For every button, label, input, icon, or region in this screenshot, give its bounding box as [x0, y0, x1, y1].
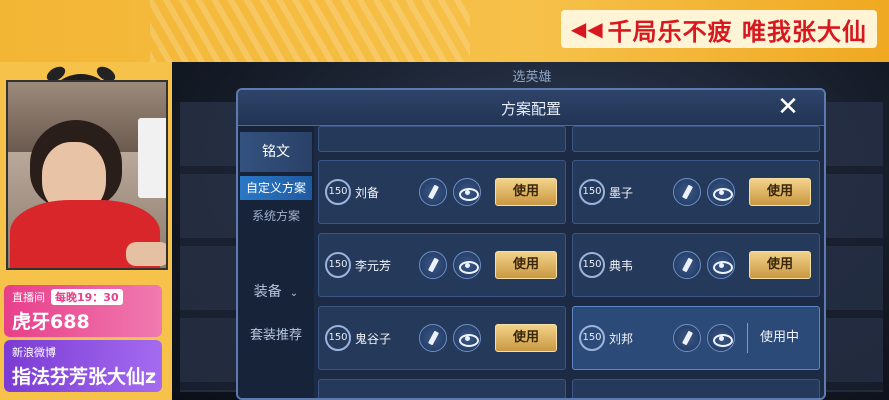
hero-name: 典韦 — [609, 258, 634, 273]
huya-room-card: 直播间 每晚19：30 虎牙688 — [4, 285, 162, 337]
sidebar-item-equipment-label: 装备 — [253, 284, 282, 300]
sidebar-item-recommended-sets[interactable]: 套装推荐 — [240, 320, 312, 352]
chevron-down-icon: ⌄ — [289, 288, 299, 299]
list-item-current: 150 刘邦 使用中 — [572, 306, 820, 370]
webcam-air-purifier — [138, 118, 166, 198]
eye-icon[interactable] — [707, 251, 735, 279]
hero-name: 鬼谷子 — [355, 331, 392, 346]
eye-icon[interactable] — [453, 251, 481, 279]
list-item-partial-bottom-left — [318, 379, 566, 398]
hero-name: 墨子 — [609, 185, 634, 200]
list-item: 150 墨子 使用 — [572, 160, 820, 224]
sidebar-item-equipment[interactable]: 装备 ⌄ — [240, 276, 312, 308]
left-hero-portraits — [180, 102, 240, 392]
webcam-streamer-hand — [126, 242, 166, 266]
list-item-partial-top-right — [572, 126, 820, 152]
edit-icon[interactable] — [419, 178, 447, 206]
webcam-feed — [6, 80, 168, 270]
list-item: 150 刘备 使用 — [318, 160, 566, 224]
edit-icon[interactable] — [673, 324, 701, 352]
level-badge: 150 — [579, 325, 605, 351]
edit-icon[interactable] — [673, 251, 701, 279]
eye-icon[interactable] — [453, 324, 481, 352]
edit-icon[interactable] — [419, 324, 447, 352]
background-tab-label: 选英雄 — [512, 70, 552, 85]
list-item-partial-top-left — [318, 126, 566, 152]
edit-icon[interactable] — [673, 178, 701, 206]
stream-slogan: ◀◀ 千局乐不疲 唯我张大仙 — [560, 10, 877, 48]
banner-stripes — [150, 0, 470, 62]
dialog-sidebar: 铭文 自定义方案 系统方案 装备 ⌄ 套装推荐 — [238, 126, 314, 398]
slogan-text: 千局乐不疲 唯我张大仙 — [607, 17, 867, 46]
use-button[interactable]: 使用 — [495, 251, 557, 279]
list-item-partial-bottom-right — [572, 379, 820, 398]
use-button[interactable]: 使用 — [495, 324, 557, 352]
weibo-label: 新浪微博 — [12, 346, 56, 359]
dialog-title: 方案配置 — [500, 100, 561, 118]
close-button[interactable]: ✕ — [774, 94, 802, 122]
eye-icon[interactable] — [707, 324, 735, 352]
hero-name: 刘备 — [355, 185, 380, 200]
level-badge: 150 — [579, 179, 605, 205]
use-button[interactable]: 使用 — [749, 251, 811, 279]
level-badge: 150 — [325, 252, 351, 278]
scheme-config-dialog: 方案配置 ✕ 铭文 自定义方案 系统方案 装备 ⌄ 套装推荐 150 刘备 使用 … — [236, 88, 826, 400]
schedule-badge: 每晚19：30 — [51, 289, 123, 305]
list-item: 150 李元芳 使用 — [318, 233, 566, 297]
double-arrow-icon: ◀◀ — [570, 17, 604, 41]
huya-label: 直播间 — [12, 291, 45, 304]
dialog-header: 方案配置 ✕ — [238, 90, 824, 126]
level-badge: 150 — [579, 252, 605, 278]
hero-name: 李元芳 — [355, 258, 392, 273]
sidebar-item-system-scheme[interactable]: 系统方案 — [240, 206, 312, 226]
edit-icon[interactable] — [419, 251, 447, 279]
list-item: 150 鬼谷子 使用 — [318, 306, 566, 370]
eye-icon[interactable] — [707, 178, 735, 206]
weibo-card: 新浪微博 指法芬芳张大仙z — [4, 340, 162, 392]
sidebar-item-rune[interactable]: 铭文 — [240, 132, 312, 172]
sidebar-item-custom-scheme[interactable]: 自定义方案 — [240, 176, 312, 200]
stream-top-banner: ◀◀ 千局乐不疲 唯我张大仙 — [0, 0, 889, 62]
use-button[interactable]: 使用 — [495, 178, 557, 206]
right-hero-portraits — [823, 102, 883, 392]
level-badge: 150 — [325, 325, 351, 351]
in-use-label: 使用中 — [747, 323, 799, 353]
list-item: 150 典韦 使用 — [572, 233, 820, 297]
hero-name: 刘邦 — [609, 331, 634, 346]
use-button[interactable]: 使用 — [749, 178, 811, 206]
eye-icon[interactable] — [453, 178, 481, 206]
weibo-id: 指法芬芳张大仙z — [12, 366, 157, 388]
level-badge: 150 — [325, 179, 351, 205]
huya-room-id: 虎牙688 — [12, 311, 90, 333]
